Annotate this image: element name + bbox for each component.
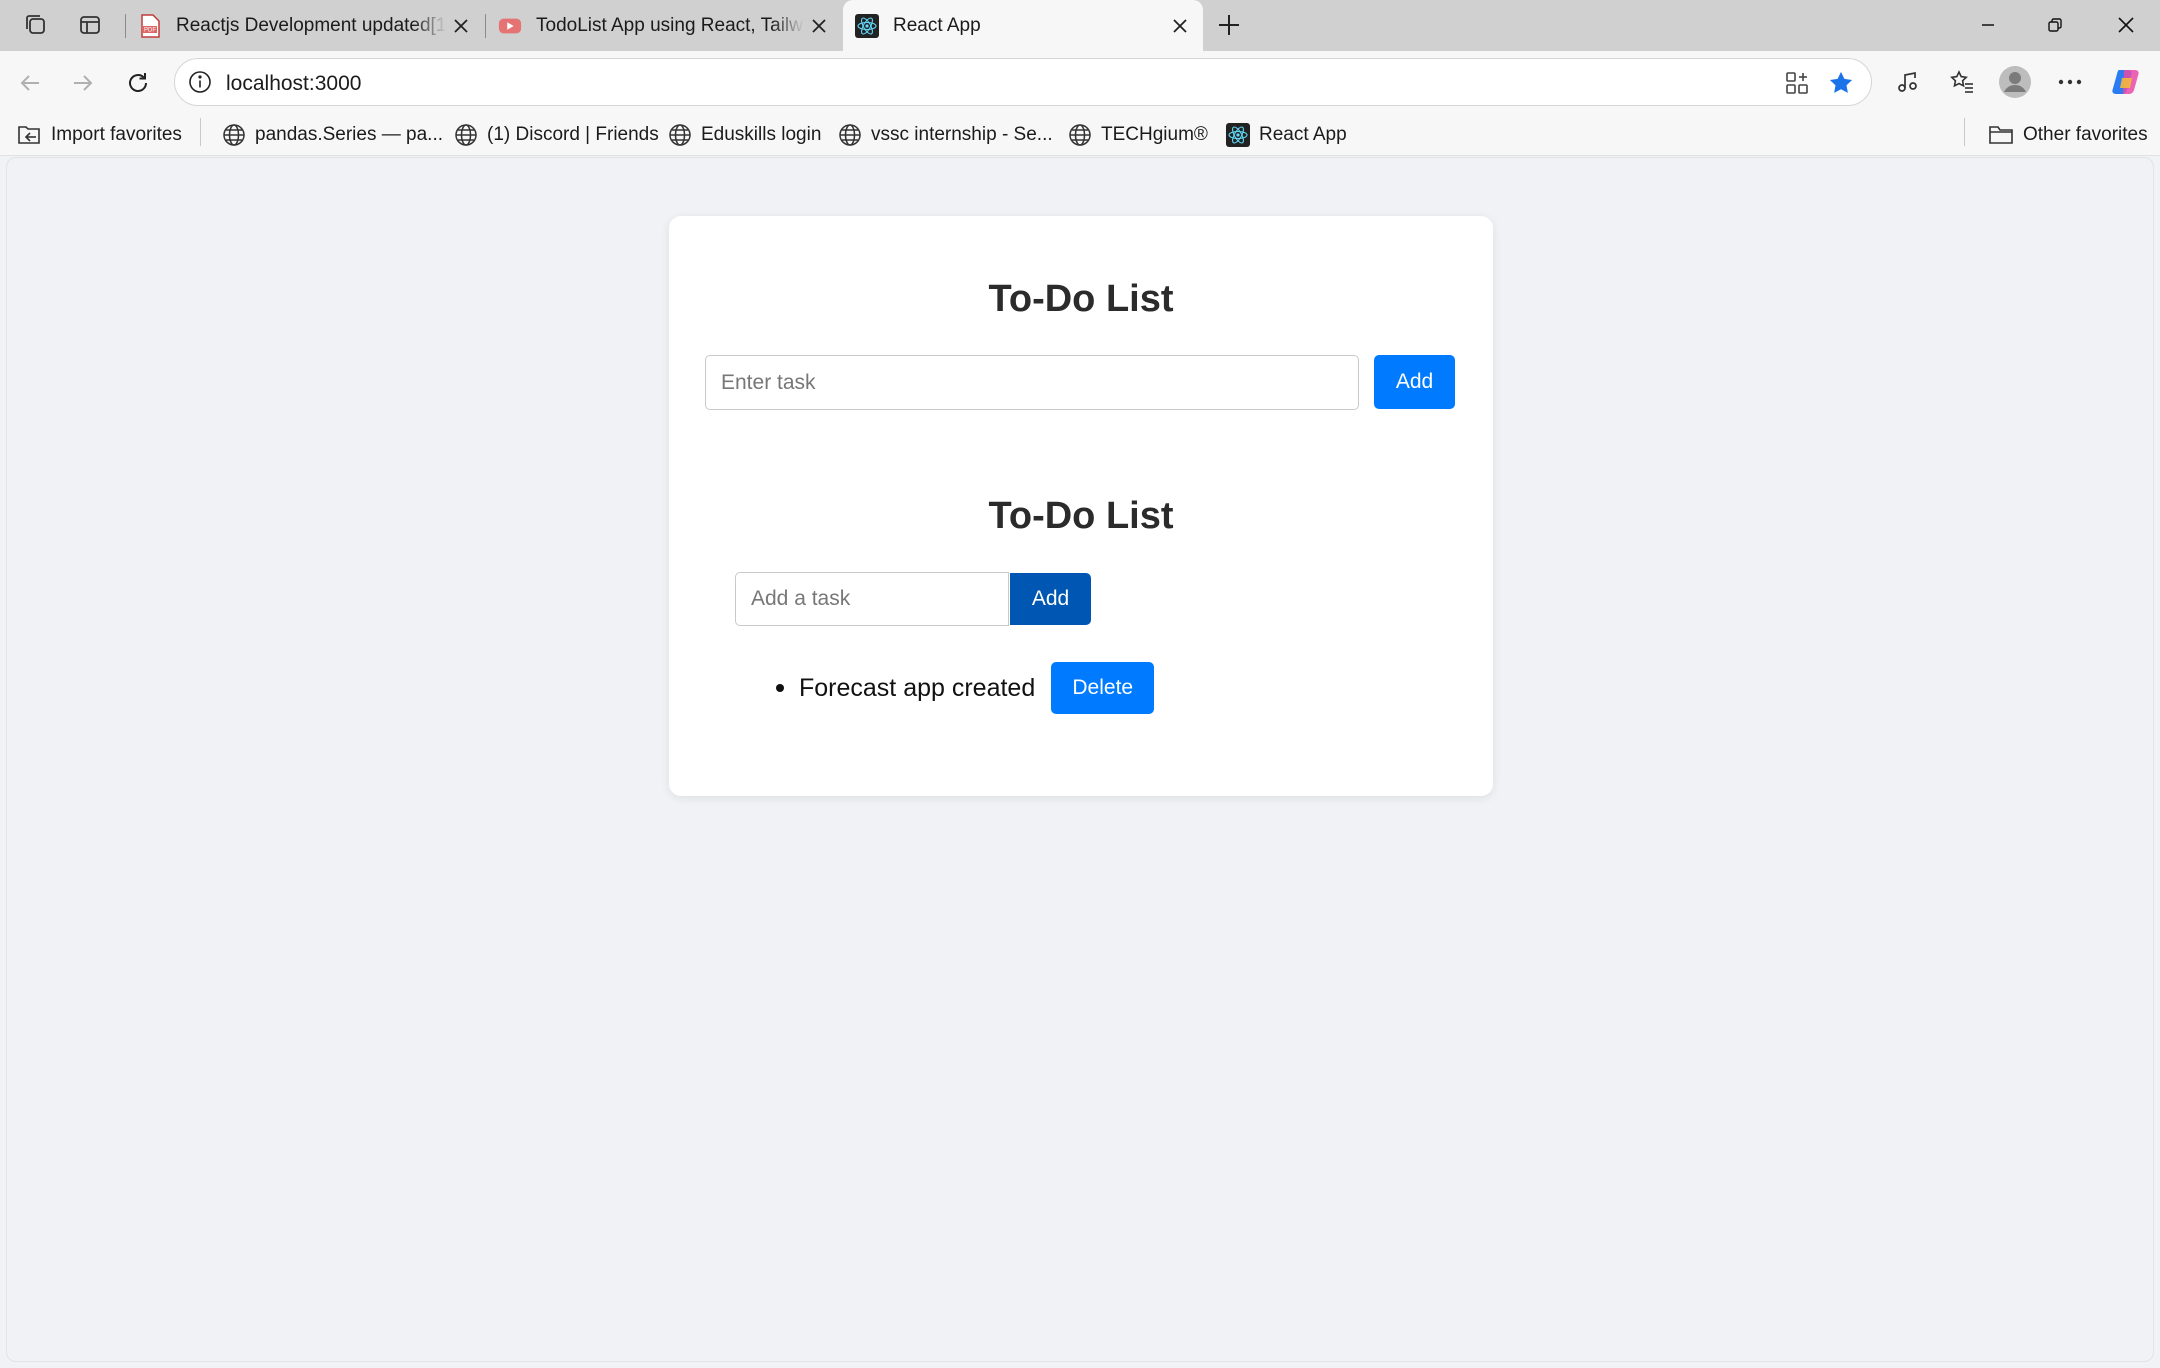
delete-button[interactable]: Delete	[1051, 662, 1155, 714]
globe-icon	[839, 124, 861, 146]
tab-title: Reactjs Development updated[1].pdf	[176, 14, 446, 36]
globe-icon	[669, 124, 691, 146]
tab-bar: PDF Reactjs Development updated[1].pdf T…	[0, 0, 2160, 51]
pdf-icon: PDF	[138, 13, 162, 38]
tab-youtube[interactable]: TodoList App using React, Tailwind	[486, 0, 842, 51]
bullet	[776, 684, 784, 692]
forward-icon[interactable]	[63, 63, 103, 103]
close-tab-icon[interactable]	[804, 11, 834, 41]
tab-pdf[interactable]: PDF Reactjs Development updated[1].pdf	[126, 0, 484, 51]
app-available-icon[interactable]	[1785, 71, 1809, 100]
react-icon	[855, 13, 879, 38]
favorite-react-app[interactable]: React App	[1226, 122, 1347, 148]
favorite-label: React App	[1259, 124, 1347, 145]
favorites-separator	[200, 118, 201, 146]
url-text[interactable]: localhost:3000	[226, 72, 361, 96]
profile-avatar[interactable]	[1995, 62, 2035, 102]
tab-title: TodoList App using React, Tailwind	[536, 14, 804, 36]
svg-text:PDF: PDF	[144, 27, 156, 33]
favorite-label: vssc internship - Se...	[871, 124, 1053, 145]
address-bar: localhost:3000	[0, 51, 2160, 114]
close-tab-icon[interactable]	[1165, 11, 1195, 41]
favorite-label: Eduskills login	[701, 124, 822, 145]
globe-icon	[1069, 124, 1091, 146]
other-favorites[interactable]: Other favorites	[1988, 122, 2148, 148]
close-tab-icon[interactable]	[446, 11, 476, 41]
add-button[interactable]: Add	[1010, 573, 1091, 625]
favorite-label: (1) Discord | Friends	[487, 124, 659, 145]
task-input[interactable]	[705, 355, 1359, 410]
favorite-label: TECHgium®	[1101, 124, 1208, 145]
new-tab-icon[interactable]	[1213, 9, 1245, 41]
restore-icon[interactable]	[2035, 6, 2075, 44]
favorite-import[interactable]: Import favorites	[16, 122, 182, 148]
omnibox[interactable]: localhost:3000	[174, 58, 1872, 106]
favorite-label: pandas.Series — pa...	[255, 124, 443, 145]
add-task-button[interactable]: Add	[1374, 355, 1455, 409]
favorites-icon[interactable]	[1942, 62, 1982, 102]
tab-react-app[interactable]: React App	[843, 0, 1203, 51]
list-item: Forecast app created Delete	[776, 662, 1155, 714]
favorites-separator	[1964, 118, 1965, 146]
globe-icon	[455, 124, 477, 146]
vertical-tabs-icon[interactable]	[74, 9, 106, 41]
media-icon[interactable]	[1888, 62, 1928, 102]
add-task-input[interactable]	[735, 572, 1009, 626]
more-options-icon[interactable]	[2050, 62, 2090, 102]
favorite-techgium[interactable]: TECHgium®	[1068, 122, 1208, 148]
minimize-icon[interactable]	[1968, 6, 2008, 44]
favorite-discord[interactable]: (1) Discord | Friends	[454, 122, 659, 148]
import-icon	[18, 126, 40, 144]
close-window-icon[interactable]	[2106, 6, 2146, 44]
task-text: Forecast app created	[799, 673, 1036, 702]
todo-card: To-Do List Add To-Do List Add Forecast a…	[669, 216, 1493, 796]
favorite-label: Import favorites	[51, 124, 182, 145]
other-favorites-label: Other favorites	[2023, 124, 2148, 145]
copilot-icon[interactable]	[2106, 62, 2146, 102]
site-info-icon[interactable]	[187, 69, 213, 95]
favorites-bar: Import favorites pandas.Series — pa... (…	[0, 114, 2160, 156]
favorite-pandas[interactable]: pandas.Series — pa...	[222, 122, 443, 148]
back-icon[interactable]	[10, 63, 50, 103]
favorite-vssc[interactable]: vssc internship - Se...	[838, 122, 1053, 148]
react-icon	[1226, 123, 1250, 147]
favorite-star-icon[interactable]	[1827, 69, 1855, 102]
favorite-eduskills[interactable]: Eduskills login	[668, 122, 821, 148]
youtube-icon	[498, 14, 522, 38]
refresh-icon[interactable]	[118, 63, 158, 103]
workspaces-icon[interactable]	[20, 9, 52, 41]
tab-title: React App	[893, 14, 981, 36]
page-title: To-Do List	[988, 278, 1174, 320]
section-title: To-Do List	[988, 495, 1174, 537]
globe-icon	[223, 124, 245, 146]
folder-icon	[1989, 126, 2013, 144]
